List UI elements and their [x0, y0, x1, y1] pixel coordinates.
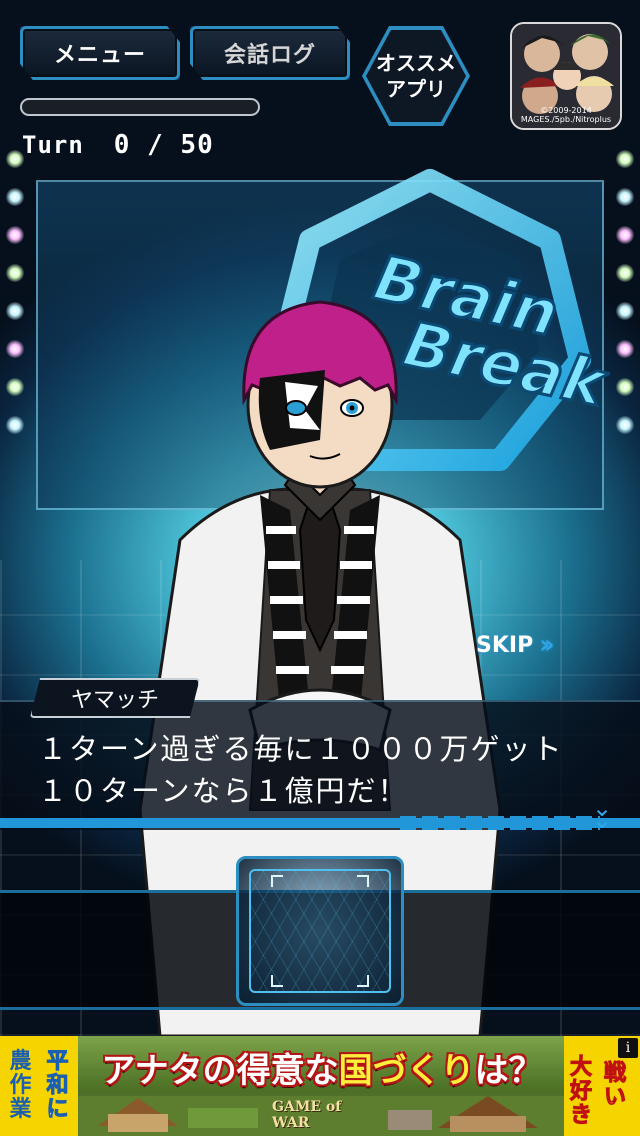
dialogue-bar-segments [400, 816, 600, 830]
double-chevron-right-icon: ›› [539, 630, 555, 660]
speaker-name: ヤマッチ [70, 688, 159, 713]
ad-glyph: 作 [9, 1073, 32, 1098]
speaker-name-tag: ヤマッチ [30, 678, 200, 718]
ad-glyph: い [603, 1085, 627, 1110]
ad-right-panel: 大 好 き 戦 い i [564, 1036, 640, 1136]
ad-main-panel: アナタの得意な 国づくり は？ GAME of WAR [78, 1036, 564, 1136]
conversation-log-button[interactable]: 会話ログ [190, 26, 350, 80]
dialogue-box[interactable]: １ターン過ぎる毎に１０００万ゲット １０ターンなら１億円だ！ [0, 700, 640, 830]
ad-headline-emphasis: 国づくり [338, 1050, 475, 1091]
recommended-app-thumbnail[interactable]: ©2009-2014 MAGES./5pb./Nitroplus [510, 22, 622, 130]
thumbnail-copyright: ©2009-2014 MAGES./5pb./Nitroplus [520, 106, 612, 124]
recommend-label-1: オススメ [376, 51, 456, 75]
menu-button[interactable]: メニュー [20, 26, 180, 80]
turn-value: 0 / 50 [113, 130, 214, 160]
skip-button[interactable]: SKIP ›› [476, 630, 555, 660]
ad-headline-post: は？ [474, 1050, 543, 1091]
log-button-label: 会話ログ [223, 43, 316, 68]
ad-glyph: き [569, 1103, 593, 1128]
double-chevron-down-icon[interactable]: ⌄ ⌄ [592, 796, 612, 832]
ad-left-panel: 農 作 業 平 和 に [0, 1036, 78, 1136]
corner-bracket-icon [271, 975, 283, 987]
ad-headline: アナタの得意な 国づくり は？ [84, 1040, 560, 1094]
ad-glyph: 平 [46, 1049, 69, 1074]
menu-button-label: メニュー [53, 43, 146, 68]
dialogue-line-1: １ターン過ぎる毎に１０００万ゲット [38, 732, 564, 766]
ad-glyph: 和 [46, 1073, 69, 1098]
left-stage-lights [0, 150, 30, 470]
right-stage-lights [610, 150, 640, 470]
ad-glyph: 業 [9, 1097, 32, 1122]
corner-bracket-icon [271, 875, 283, 887]
skip-label: SKIP [476, 632, 534, 658]
recommend-label-2: アプリ [386, 77, 446, 101]
ad-glyph: に [46, 1097, 69, 1122]
ad-left-col-1: 農 作 業 [9, 1050, 31, 1122]
ad-info-icon[interactable]: i [618, 1038, 638, 1058]
corner-bracket-icon [357, 875, 369, 887]
ad-headline-pre: アナタの得意な [101, 1050, 339, 1091]
turn-progress-bar [20, 98, 260, 116]
ad-game-logo: GAME of WAR [272, 1099, 342, 1131]
dialogue-line-2: １０ターンなら１億円だ！ [38, 774, 409, 808]
ad-glyph: 大 [569, 1055, 593, 1080]
corner-bracket-icon [357, 975, 369, 987]
ad-glyph: 農 [9, 1049, 32, 1074]
turn-counter: Turn 0 / 50 [22, 130, 214, 160]
ad-banner[interactable]: 農 作 業 平 和 に アナタの得意な 国づくり は？ GAME of WAR 大 … [0, 1036, 640, 1136]
ad-left-col-2: 平 和 に [46, 1049, 69, 1122]
ad-glyph: 好 [569, 1079, 593, 1104]
center-item-panel[interactable] [236, 856, 404, 1006]
ad-glyph: 戦 [603, 1061, 627, 1086]
turn-label: Turn [22, 131, 84, 159]
